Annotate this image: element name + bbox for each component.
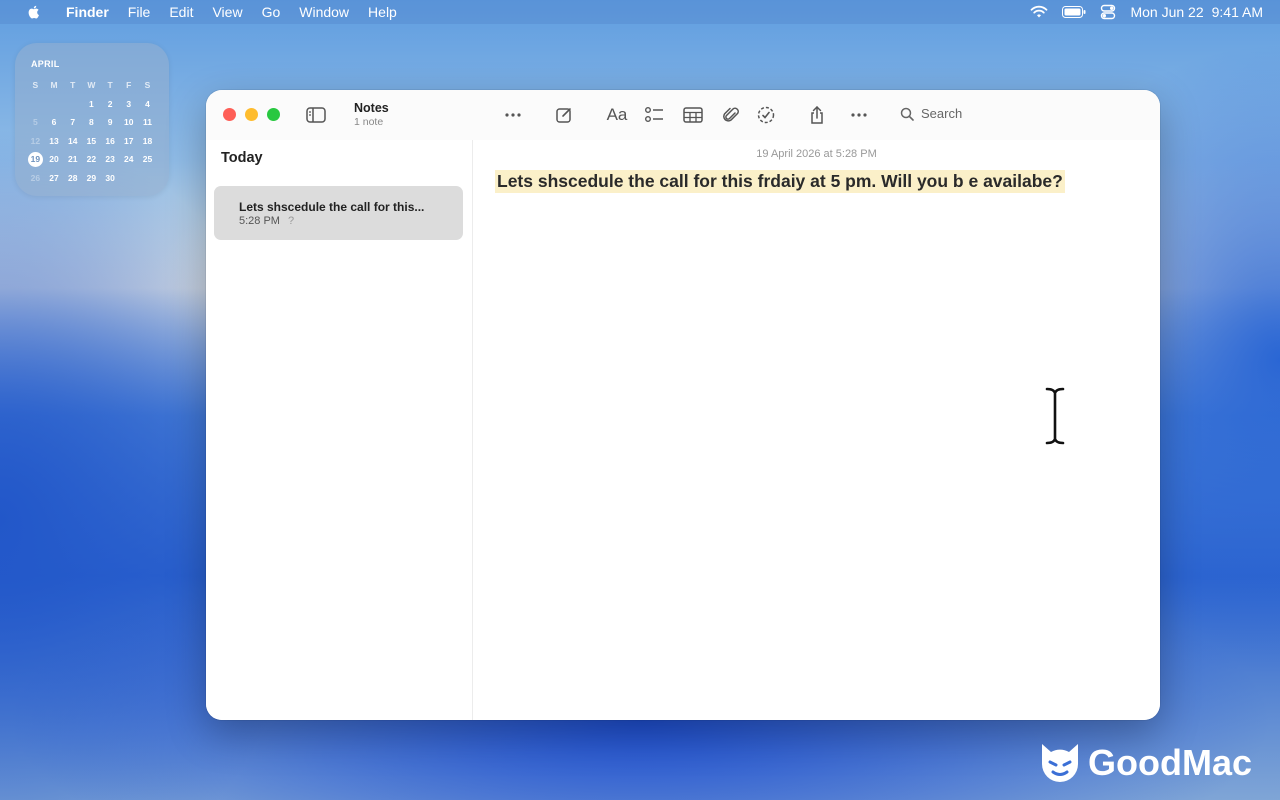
- calendar-day: 29: [86, 172, 97, 183]
- menu-window[interactable]: Window: [299, 4, 349, 20]
- share-icon[interactable]: [805, 103, 829, 127]
- weekday-label: T: [70, 80, 76, 91]
- collaborate-icon[interactable]: [754, 103, 778, 127]
- weekday-label: S: [32, 80, 39, 91]
- calendar-day: 18: [142, 135, 153, 146]
- window-title: Notes: [354, 101, 389, 115]
- calendar-day: 17: [124, 135, 134, 146]
- weekday-label: S: [144, 80, 151, 91]
- checklist-icon[interactable]: [642, 103, 666, 127]
- calendar-day: 7: [70, 117, 76, 128]
- calendar-day: [63, 95, 82, 114]
- compose-note-icon[interactable]: [552, 103, 576, 127]
- calendar-widget[interactable]: APRIL S M T W T F S 1 2 3 4 5 6 7 8 9 10…: [15, 43, 169, 196]
- calendar-day: [138, 169, 157, 188]
- calendar-day: 12: [30, 135, 41, 146]
- menubar-time: 9:41 AM: [1211, 4, 1263, 20]
- weekday-label: M: [50, 80, 58, 91]
- menu-go[interactable]: Go: [262, 4, 281, 20]
- note-list-item[interactable]: Lets shscedule the call for this... 5:28…: [214, 186, 463, 240]
- search-icon: [900, 107, 914, 121]
- calendar-day-today: 19: [26, 150, 45, 169]
- menu-edit[interactable]: Edit: [169, 4, 193, 20]
- note-timestamp: 19 April 2026 at 5:28 PM: [756, 148, 877, 160]
- more-actions-icon[interactable]: [847, 103, 871, 127]
- notes-window: Notes 1 note Aa Search Today Lets shsced…: [206, 90, 1160, 720]
- calendar-grid: S M T W T F S 1 2 3 4 5 6 7 8 9 10 11 12…: [26, 76, 157, 187]
- search-field[interactable]: Search: [900, 106, 962, 121]
- weekday-label: F: [126, 80, 132, 91]
- calendar-day: 15: [86, 135, 97, 146]
- watermark: GoodMac: [1038, 742, 1252, 784]
- attachment-icon[interactable]: [719, 103, 743, 127]
- calendar-day: 4: [145, 98, 150, 109]
- calendar-day: 2: [107, 98, 113, 109]
- battery-icon[interactable]: [1062, 6, 1086, 18]
- calendar-day: 8: [89, 117, 94, 128]
- calendar-day: 28: [67, 172, 78, 183]
- calendar-day: 26: [30, 172, 41, 183]
- menu-finder[interactable]: Finder: [66, 4, 109, 20]
- menu-view[interactable]: View: [212, 4, 242, 20]
- calendar-day: 23: [105, 154, 115, 165]
- calendar-day: 3: [126, 98, 132, 109]
- note-preview: ?: [287, 215, 295, 227]
- sidebar-toggle-icon[interactable]: [304, 103, 328, 127]
- calendar-day: 10: [124, 117, 134, 128]
- calendar-day: 9: [107, 117, 113, 128]
- calendar-day: 13: [49, 135, 59, 146]
- notes-list: Today Lets shscedule the call for this..…: [206, 140, 473, 720]
- note-count: 1 note: [354, 116, 384, 128]
- calendar-month: APRIL: [31, 59, 60, 69]
- calendar-day: 21: [67, 154, 78, 165]
- search-placeholder: Search: [921, 106, 963, 121]
- control-center-icon[interactable]: [1100, 4, 1116, 20]
- calendar-day: [26, 95, 45, 114]
- calendar-day: 5: [32, 117, 38, 128]
- more-options-icon[interactable]: [501, 103, 525, 127]
- today-marker: 19: [27, 151, 43, 167]
- text-cursor-icon: [1044, 386, 1066, 446]
- calendar-day: 6: [51, 117, 57, 128]
- calendar-day: 25: [142, 154, 153, 165]
- calendar-day: 22: [86, 154, 97, 165]
- calendar-day: 16: [105, 135, 115, 146]
- apple-menu-icon[interactable]: [26, 4, 42, 20]
- calendar-day: 11: [142, 117, 152, 128]
- window-toolbar: Notes 1 note Aa Search: [206, 90, 1160, 140]
- note-body-text[interactable]: Lets shscedule the call for this frdaiy …: [495, 170, 1065, 193]
- section-header-today: Today: [221, 150, 263, 166]
- format-text-icon[interactable]: Aa: [605, 103, 629, 127]
- goodmac-logo-icon: [1042, 744, 1078, 782]
- menu-bar: Finder File Edit View Go Window Help Mon…: [0, 0, 1280, 24]
- wifi-icon[interactable]: [1030, 5, 1048, 19]
- minimize-button[interactable]: [245, 108, 258, 121]
- calendar-day: 24: [124, 154, 134, 165]
- calendar-day: 27: [49, 172, 59, 183]
- weekday-label: T: [107, 80, 113, 91]
- calendar-day: 20: [49, 154, 59, 165]
- table-icon[interactable]: [681, 103, 705, 127]
- calendar-day: 14: [67, 135, 78, 146]
- note-editor[interactable]: 19 April 2026 at 5:28 PM Lets shscedule …: [473, 140, 1160, 720]
- calendar-day: 1: [89, 98, 94, 109]
- note-meta: 5:28 PM ?: [239, 215, 294, 227]
- weekday-label: W: [87, 80, 96, 91]
- menu-file[interactable]: File: [128, 4, 151, 20]
- watermark-text: GoodMac: [1088, 742, 1253, 783]
- calendar-day: [119, 169, 138, 188]
- menu-help[interactable]: Help: [368, 4, 397, 20]
- menubar-clock[interactable]: Mon Jun 22 9:41 AM: [1130, 4, 1263, 20]
- note-time: 5:28 PM: [239, 215, 280, 227]
- menubar-date: Mon Jun 22: [1130, 4, 1204, 20]
- calendar-day: 30: [105, 172, 115, 183]
- close-button[interactable]: [223, 108, 236, 121]
- zoom-button[interactable]: [267, 108, 280, 121]
- calendar-day: [45, 95, 64, 114]
- note-title: Lets shscedule the call for this...: [239, 200, 425, 214]
